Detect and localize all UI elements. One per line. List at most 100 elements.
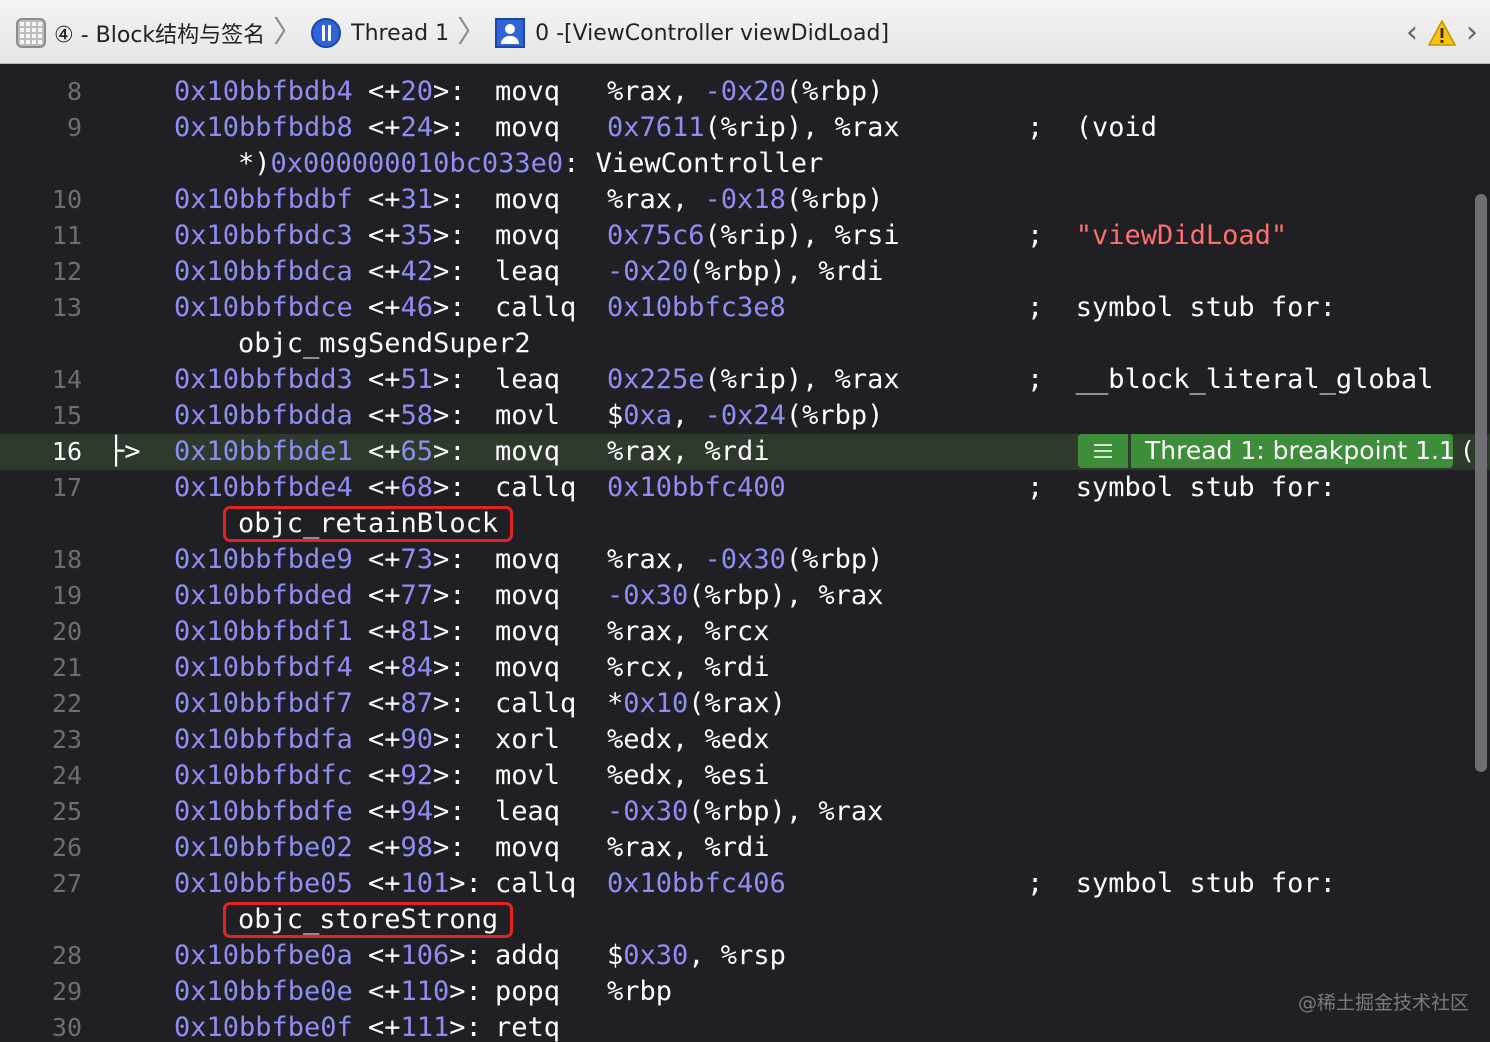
continuation-text: objc_storeStrong: [223, 902, 514, 938]
operands: %rcx, %rdi: [607, 650, 770, 686]
instruction-address: 0x10bbfbde1: [174, 436, 353, 467]
disassembly-line[interactable]: 22 0x10bbfbdf7 <+87>: callq *0x10(%rax): [0, 686, 1490, 722]
continuation-text: objc_retainBlock: [223, 506, 514, 542]
disassembly-line[interactable]: 12 0x10bbfbdca <+42>: leaq -0x20(%rbp), %rdi: [0, 254, 1490, 290]
operand-number: 0xa: [623, 400, 673, 431]
disassembly-line[interactable]: 11 0x10bbfbdc3 <+35>: movq 0x75c6(%rip), %rs…: [0, 218, 1490, 254]
offset-value: 106: [400, 940, 450, 971]
mnemonic: movq: [495, 112, 561, 143]
operand-text: ,: [672, 400, 705, 431]
disassembly-line[interactable]: 16 ├> 0x10bbfbde1 <+65>: movq %rax, %rdi Threa…: [0, 434, 1490, 470]
disassembly-line[interactable]: 27 0x10bbfbe05 <+101>: callq 0x10bbfc406 ; sy…: [0, 866, 1490, 902]
line-number: 10: [51, 185, 82, 214]
operand-number: 0x10bbfc400: [607, 472, 786, 503]
disassembly-line[interactable]: 13 0x10bbfbdce <+46>: callq 0x10bbfc3e8 ; sym…: [0, 290, 1490, 326]
operand-text: %rax,: [607, 76, 705, 107]
offset-value: 94: [400, 796, 434, 827]
breakpoint-label: Thread 1: breakpoint 1.1 (1): [1131, 434, 1490, 468]
disassembly-line[interactable]: 18 0x10bbfbde9 <+73>: movq %rax, -0x30(%rbp): [0, 542, 1490, 578]
mnemonic: movq: [495, 832, 561, 863]
operand-number: 0x10: [623, 688, 689, 719]
mnemonic: movq: [495, 436, 561, 467]
offset-value: 111: [400, 1012, 450, 1042]
offset-value: 90: [400, 724, 434, 755]
instruction-offset: <+65>:: [368, 436, 466, 467]
disassembly-line[interactable]: 17 0x10bbfbde4 <+68>: callq 0x10bbfc400 ; sym…: [0, 470, 1490, 506]
disassembly-line[interactable]: 14 0x10bbfbdd3 <+51>: leaq 0x225e(%rip), %ra…: [0, 362, 1490, 398]
mnemonic: movq: [495, 580, 561, 611]
operand-text: (%rbp): [785, 76, 884, 107]
disassembly-line[interactable]: 29 0x10bbfbe0e <+110>: popq %rbp: [0, 974, 1490, 1010]
mnemonic: movq: [495, 616, 561, 647]
instruction-offset: <+92>:: [368, 760, 466, 791]
chevron-right-icon: 〉: [273, 15, 304, 50]
line-number: 30: [51, 1013, 82, 1042]
instruction-address: 0x10bbfbdb4: [174, 76, 353, 107]
warning-triangle-icon[interactable]: [1428, 19, 1456, 47]
breadcrumb-thread-label: Thread 1: [351, 20, 450, 46]
breakpoint-menu-icon[interactable]: [1078, 434, 1128, 468]
disassembly-line[interactable]: 25 0x10bbfbdfe <+94>: leaq -0x30(%rbp), %rax: [0, 794, 1490, 830]
disassembly-line[interactable]: 10 0x10bbfbdbf <+31>: movq %rax, -0x18(%rbp): [0, 182, 1490, 218]
jump-bar-controls: ‹ ›: [1406, 14, 1478, 52]
offset-value: 92: [400, 760, 434, 791]
breadcrumb-thread[interactable]: Thread 1: [311, 16, 449, 50]
instruction-offset: <+20>:: [368, 76, 466, 107]
disassembly-line[interactable]: 9 0x10bbfbdb8 <+24>: movq 0x7611(%rip), %rax…: [0, 110, 1490, 146]
operand-number: 0x75c6: [607, 220, 705, 251]
operand-text: (%rax): [688, 688, 786, 719]
disassembly-line[interactable]: 28 0x10bbfbe0a <+106>: addq $0x30, %rsp: [0, 938, 1490, 974]
operand-text: %rcx, %rdi: [607, 652, 770, 683]
instruction-address: 0x10bbfbdf4: [174, 652, 353, 683]
operand-text: (%rip), %rsi: [704, 220, 900, 251]
offset-value: 35: [400, 220, 434, 251]
instruction-offset: <+58>:: [368, 400, 466, 431]
disassembly-line[interactable]: 20 0x10bbfbdf1 <+81>: movq %rax, %rcx: [0, 614, 1490, 650]
operands: %edx, %edx: [607, 722, 770, 758]
disassembly-line[interactable]: 19 0x10bbfbded <+77>: movq -0x30(%rbp), %rax: [0, 578, 1490, 614]
comment-prefix: ;: [1027, 220, 1076, 251]
disassembly-line[interactable]: 15 0x10bbfbdda <+58>: movl $0xa, -0x24(%rbp): [0, 398, 1490, 434]
program-counter-arrow-icon: ├>: [108, 436, 141, 467]
operand-text: (%rip), %rax: [704, 364, 900, 395]
instruction-offset: <+84>:: [368, 652, 466, 683]
disassembly-continuation-line: objc_retainBlock: [0, 506, 1490, 542]
operand-number: -0x24: [704, 400, 786, 431]
disassembly-line[interactable]: 8 0x10bbfbdb4 <+20>: movq %rax, -0x20(%rbp): [0, 74, 1490, 110]
disassembly-line[interactable]: 21 0x10bbfbdf4 <+84>: movq %rcx, %rdi: [0, 650, 1490, 686]
symbol-name: objc_msgSendSuper2: [238, 328, 531, 359]
stack-frame-icon: [495, 18, 526, 48]
disassembly-line[interactable]: 24 0x10bbfbdfc <+92>: movl %edx, %esi: [0, 758, 1490, 794]
operand-number: -0x20: [607, 256, 689, 287]
disassembly-line[interactable]: 30 0x10bbfbe0f <+111>: retq: [0, 1010, 1490, 1042]
disassembly-editor[interactable]: 8 0x10bbfbdb4 <+20>: movq %rax, -0x20(%rbp) 9…: [0, 64, 1490, 1042]
breadcrumb-frame[interactable]: 0 -[ViewController viewDidLoad]: [495, 16, 889, 50]
comment: ; symbol stub for:: [1027, 868, 1336, 899]
operand-number: 0x10bbfc3e8: [607, 292, 786, 323]
operand-text: (%rbp): [785, 400, 884, 431]
forward-arrow-icon[interactable]: ›: [1466, 14, 1478, 52]
operand-text: , %rsp: [688, 940, 786, 971]
breadcrumb-project[interactable]: ④ - Block结构与签名: [16, 16, 265, 50]
operand-number: 0x225e: [607, 364, 705, 395]
mnemonic: popq: [495, 976, 561, 1007]
breakpoint-badge[interactable]: Thread 1: breakpoint 1.1 (1): [1078, 434, 1490, 468]
disassembly-line[interactable]: 26 0x10bbfbe02 <+98>: movq %rax, %rdi: [0, 830, 1490, 866]
instruction-address: 0x10bbfbde9: [174, 544, 353, 575]
line-number: 14: [51, 365, 82, 394]
thread-icon: [311, 18, 342, 48]
line-number: 12: [51, 257, 82, 286]
mnemonic: movl: [495, 400, 561, 431]
instruction-address: 0x10bbfbded: [174, 580, 353, 611]
comment: ; (void: [1027, 112, 1158, 143]
operands: %edx, %esi: [607, 758, 770, 794]
offset-value: 51: [400, 364, 434, 395]
disassembly-line[interactable]: 23 0x10bbfbdfa <+90>: xorl %edx, %edx: [0, 722, 1490, 758]
operand-text: %rax, %rcx: [607, 616, 770, 647]
offset-value: 58: [400, 400, 434, 431]
vertical-scrollbar[interactable]: [1475, 194, 1487, 772]
offset-value: 81: [400, 616, 434, 647]
back-arrow-icon[interactable]: ‹: [1406, 14, 1418, 52]
mnemonic: movq: [495, 184, 561, 215]
mnemonic: callq: [495, 292, 577, 323]
